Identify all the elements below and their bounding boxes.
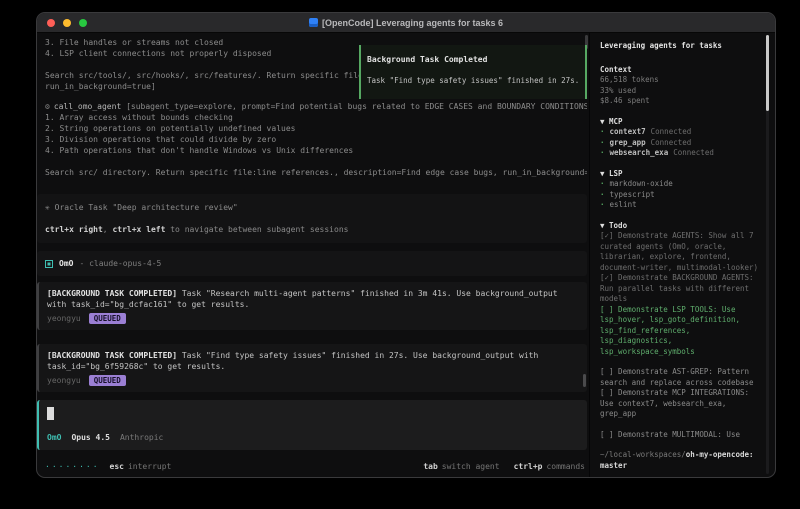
message-title: [BACKGROUND TASK COMPLETED] xyxy=(47,289,178,298)
workspace-path: ~/local-workspaces/oh-my-opencode: maste… xyxy=(600,450,761,471)
prompt-input[interactable]: OmO Opus 4.5 Anthropic xyxy=(37,400,587,450)
shortcut-key: ctrl+x left xyxy=(112,225,166,234)
session-title: Leveraging agents for tasks xyxy=(600,41,722,50)
todo-item: [✓] Demonstrate AGENTS: Show all 7 curat… xyxy=(600,231,759,272)
bullet-icon: · xyxy=(600,189,605,199)
provider-label: Anthropic xyxy=(119,433,164,442)
toast-title: Background Task Completed xyxy=(367,55,488,64)
text-cursor xyxy=(47,407,54,420)
mcp-item: · context7 Connected xyxy=(600,127,692,136)
context-section: Context 66,518 tokens 33% used $8.46 spe… xyxy=(600,65,761,107)
toast-body: Task "Find type safety issues" finished … xyxy=(367,76,580,85)
todo-section: ▼ Todo [✓] Demonstrate AGENTS: Show all … xyxy=(600,221,761,441)
todo-item: [ ] Demonstrate AST-GREP: Pattern search… xyxy=(600,367,754,387)
lsp-section: ▼ LSP · markdown-oxide · typescript · eslin… xyxy=(600,169,761,211)
todo-item: [ ] Demonstrate MULTIMODAL: Use xyxy=(600,429,740,439)
mcp-heading[interactable]: ▼ MCP xyxy=(600,117,761,128)
agent-name: OmO xyxy=(59,259,74,268)
tool-call-block: ⚙ call_omo_agent [subagent_type=explore, … xyxy=(45,101,587,178)
message-author: yeongyu xyxy=(47,314,81,323)
esc-key-hint: esc xyxy=(109,461,124,471)
context-tokens: 66,518 tokens xyxy=(600,75,659,84)
terminal-line: Search src/ directory. Return specific f… xyxy=(45,168,587,177)
task-completed-toast[interactable]: Background Task Completed Task "Find typ… xyxy=(359,45,587,99)
progress-dots: ········ xyxy=(45,461,100,471)
bullet-icon: · xyxy=(600,137,605,147)
status-bar: ········ esc interrupt tab switch agent … xyxy=(45,460,585,472)
ctrlp-key-label: commands xyxy=(546,461,585,471)
window-title: [OpenCode] Leveraging agents for tasks 6 xyxy=(37,18,775,28)
terminal-line: 4. Path operations that don't handle Win… xyxy=(45,146,354,155)
oracle-task-title: ✳ Oracle Task "Deep architecture review" xyxy=(45,203,238,212)
todo-item-active: [ ] Demonstrate LSP TOOLS: Use lsp_hover… xyxy=(600,304,745,356)
workspace-dir: ~/local-workspaces/ xyxy=(600,450,686,459)
todo-heading[interactable]: ▼ Todo xyxy=(600,221,761,232)
status-badge: QUEUED xyxy=(88,375,126,386)
tool-args: [subagent_type=explore, prompt=Find pote… xyxy=(121,102,587,111)
mcp-section: ▼ MCP · context7 Connected · grep_app Connec… xyxy=(600,117,761,159)
app-window: [OpenCode] Leveraging agents for tasks 6… xyxy=(36,12,776,478)
agent-header-card[interactable]: OmO - claude-opus-4-5 xyxy=(37,251,587,276)
tool-name: call_omo_agent xyxy=(53,102,122,111)
shortcut-key: ctrl+x right xyxy=(45,225,103,234)
active-model-label: Opus 4.5 xyxy=(71,433,110,442)
agent-icon xyxy=(45,259,53,268)
window-title-text: [OpenCode] Leveraging agents for tasks 6 xyxy=(321,17,504,28)
message-author: yeongyu xyxy=(47,376,81,385)
terminal-line: 2. String operations on potentially unde… xyxy=(45,124,296,133)
lsp-item: · typescript xyxy=(600,189,655,199)
agent-model: - claude-opus-4-5 xyxy=(79,259,162,268)
terminal-line: 3. Division operations that could divide… xyxy=(45,135,277,144)
active-agent-label: OmO xyxy=(47,433,62,442)
message-title: [BACKGROUND TASK COMPLETED] xyxy=(47,351,178,360)
terminal-pane[interactable]: 3. File handles or streams not closed 4.… xyxy=(37,33,589,477)
terminal-line: 1. Array access without bounds checking xyxy=(45,113,233,122)
bullet-icon: · xyxy=(600,127,605,136)
tab-key-hint: tab xyxy=(423,461,438,471)
background-task-message[interactable]: [BACKGROUND TASK COMPLETED] Task "Resear… xyxy=(37,282,587,330)
sidebar[interactable]: Leveraging agents for tasks Context 66,5… xyxy=(589,33,775,477)
subagent-nav-hint: ctrl+x right, ctrl+x left to navigate be… xyxy=(45,225,349,234)
gear-icon: ⚙ xyxy=(45,102,50,111)
mcp-item: · websearch_exa Connected xyxy=(600,148,714,157)
context-used: 33% used xyxy=(600,85,637,95)
mcp-item: · grep_app Connected xyxy=(600,137,692,147)
context-heading: Context xyxy=(600,64,632,74)
terminal-app-icon xyxy=(308,18,318,27)
title-bar[interactable]: [OpenCode] Leveraging agents for tasks 6 xyxy=(37,13,775,33)
message-scrollbar-thumb[interactable] xyxy=(583,374,586,387)
sidebar-scrollbar-thumb[interactable] xyxy=(766,35,769,111)
status-badge: QUEUED xyxy=(88,313,126,324)
ctrlp-key-hint: ctrl+p xyxy=(513,461,543,471)
chevron-down-icon: ▼ xyxy=(600,116,605,126)
bullet-icon: · xyxy=(600,179,605,188)
esc-key-label: interrupt xyxy=(127,461,172,471)
background-task-message[interactable]: [BACKGROUND TASK COMPLETED] Task "Find t… xyxy=(37,344,587,392)
git-branch: master xyxy=(600,460,628,470)
todo-item: [✓] Demonstrate BACKGROUND AGENTS: Run p… xyxy=(600,273,759,303)
todo-item: [ ] Demonstrate MCP INTEGRATIONS: Use co… xyxy=(600,388,754,418)
lsp-heading[interactable]: ▼ LSP xyxy=(600,169,761,180)
tool-call-header: ⚙ call_omo_agent [subagent_type=explore, … xyxy=(45,101,587,112)
bullet-icon: · xyxy=(600,200,605,209)
chevron-down-icon: ▼ xyxy=(600,168,605,178)
lsp-item: · markdown-oxide xyxy=(600,179,673,188)
chevron-down-icon: ▼ xyxy=(600,220,605,230)
bullet-icon: · xyxy=(600,148,605,157)
lsp-item: · eslint xyxy=(600,200,637,209)
tab-key-label: switch agent xyxy=(441,461,500,471)
context-spent: $8.46 spent xyxy=(600,96,650,105)
oracle-task-card[interactable]: ✳ Oracle Task "Deep architecture review"… xyxy=(37,194,587,243)
workspace-repo: oh-my-opencode: xyxy=(685,450,754,459)
